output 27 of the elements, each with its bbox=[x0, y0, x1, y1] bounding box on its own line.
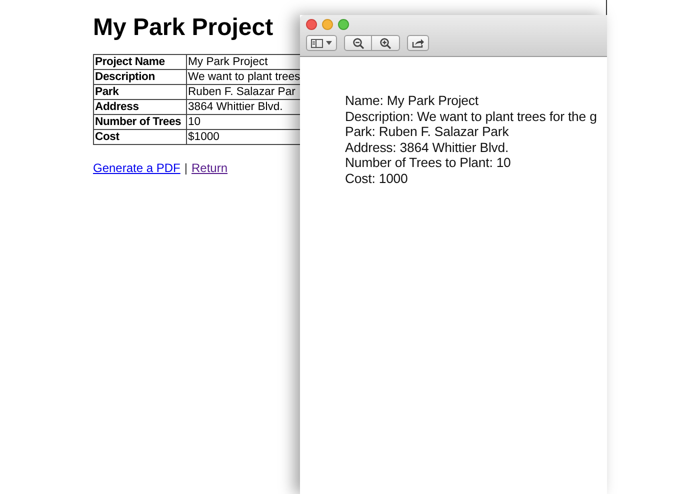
row-label: Address bbox=[94, 100, 186, 114]
row-label: Cost bbox=[94, 130, 186, 144]
text-link[interactable]: Return bbox=[192, 161, 228, 175]
zoom-out-button[interactable] bbox=[344, 35, 372, 51]
zoom-button[interactable] bbox=[338, 19, 349, 30]
text-link[interactable]: Generate a PDF bbox=[93, 161, 180, 175]
close-button[interactable] bbox=[306, 19, 317, 30]
view-menu-button[interactable] bbox=[306, 35, 337, 51]
row-label: Park bbox=[94, 84, 186, 100]
link-separator: | bbox=[184, 161, 188, 175]
share-button[interactable] bbox=[407, 35, 429, 51]
document-line: Cost: 1000 bbox=[345, 170, 408, 187]
document-line: Number of Trees to Plant: 10 bbox=[345, 155, 511, 171]
zoom-in-icon bbox=[380, 38, 391, 48]
document-line: Description: We want to plant trees for the g bbox=[345, 108, 597, 124]
page-heading: My Park Project bbox=[93, 14, 274, 42]
document-line: Park: Ruben F. Salazar Park bbox=[345, 124, 509, 140]
row-label: Project Name bbox=[94, 54, 186, 70]
caret-icon bbox=[326, 41, 332, 45]
zoom-out-icon bbox=[352, 38, 364, 48]
sidebar-icon bbox=[311, 38, 323, 48]
zoom-in-button[interactable] bbox=[372, 35, 400, 51]
row-label: Number of Trees bbox=[94, 114, 186, 130]
row-label: Description bbox=[94, 70, 186, 84]
document-line: Name: My Park Project bbox=[345, 93, 478, 109]
document-line: Address: 3864 Whittier Blvd. bbox=[345, 140, 509, 156]
share-icon bbox=[412, 38, 424, 48]
